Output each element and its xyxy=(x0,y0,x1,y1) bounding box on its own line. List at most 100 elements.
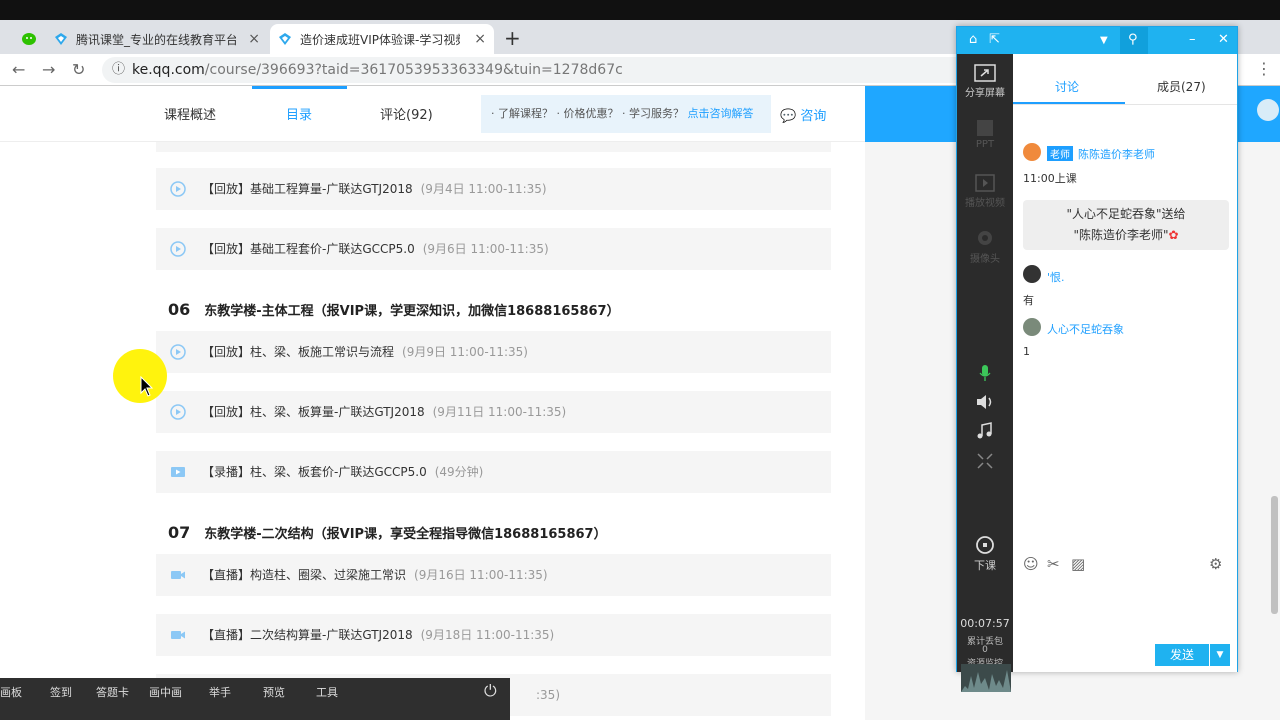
toolbar-tools[interactable]: 工具 xyxy=(316,684,338,700)
section-heading: 07 东教学楼-二次结构（报VIP课，享受全程指导微信18688165867） xyxy=(168,523,607,542)
wechat-tab-icon[interactable] xyxy=(14,24,46,54)
list-item[interactable]: 【直播】二次结构算量-广联达GTJ2018 (9月18日 11:00-11:35) xyxy=(156,614,831,656)
fullscreen-button[interactable] xyxy=(957,452,1013,472)
tab-tencent-classroom[interactable]: 腾讯课堂_专业的在线教育平台(k × xyxy=(46,24,268,54)
ppt-icon xyxy=(977,120,993,136)
consult-button[interactable]: 💬 咨询 xyxy=(780,105,826,124)
tab-members[interactable]: 成员(27) xyxy=(1157,78,1206,95)
music-icon xyxy=(977,422,992,439)
image-icon[interactable]: ▨ xyxy=(1071,555,1085,573)
toolbar-checkin[interactable]: 签到 xyxy=(50,684,72,700)
chat-icon: 💬 xyxy=(780,109,797,124)
tab-comments[interactable]: 评论(92) xyxy=(380,104,433,123)
message-text: 1 xyxy=(1023,345,1030,358)
list-item[interactable]: 【回放】基础工程套价-广联达GCCP5.0 (9月6日 11:00-11:35) xyxy=(156,228,831,270)
minimize-icon[interactable]: – xyxy=(1189,32,1196,47)
replay-icon xyxy=(170,181,186,197)
close-tab-icon[interactable]: × xyxy=(248,31,260,47)
tab-vip-course[interactable]: 造价速成班VIP体验课-学习视频 × xyxy=(270,24,494,54)
catalog-list: 【回放】基础工程算量-广联达GTJ2018 (9月4日 11:00-11:35) … xyxy=(130,142,865,720)
list-item[interactable]: 【直播】构造柱、圈梁、过梁施工常识 (9月16日 11:00-11:35) xyxy=(156,554,831,596)
share-screen-button[interactable]: 分享屏幕 xyxy=(957,64,1013,99)
reload-icon[interactable]: ↻ xyxy=(72,60,85,79)
section-title: 东教学楼-主体工程（报VIP课，学更深知识，加微信18688165867） xyxy=(204,304,620,319)
forward-icon[interactable]: → xyxy=(42,60,55,79)
top-black-bar xyxy=(0,0,1280,20)
settings-icon[interactable]: ⚙ xyxy=(1209,555,1222,573)
list-item[interactable]: 【回放】基础工程算量-广联达GTJ2018 (9月4日 11:00-11:35) xyxy=(156,168,831,210)
lesson-time: (9月16日 11:00-11:35) xyxy=(414,568,548,582)
panel-sidebar: 分享屏幕 PPT 播放视频 摄像头 下课 00:07:57 累计丢包 0 资源监… xyxy=(957,54,1013,692)
power-icon[interactable]: ⏻ xyxy=(484,681,497,701)
list-item[interactable]: 【回放】柱、梁、板算量-广联达GTJ2018 (9月11日 11:00-11:35… xyxy=(156,391,831,433)
scissors-icon[interactable]: ✂ xyxy=(1047,555,1060,573)
toolbar-raise-hand[interactable]: 举手 xyxy=(209,684,231,700)
tab-title: 造价速成班VIP体验课-学习视频 xyxy=(300,32,460,47)
url-path: /course/396693?taid=3617053953363349&tui… xyxy=(204,62,623,78)
message-text: 有 xyxy=(1023,294,1034,307)
teacher-badge: 老师 xyxy=(1047,146,1073,161)
home-icon[interactable]: ⌂ xyxy=(969,32,977,47)
site-info-icon[interactable]: ⓘ xyxy=(112,57,125,83)
microphone-button[interactable] xyxy=(957,364,1013,384)
back-icon[interactable]: ← xyxy=(12,60,25,79)
send-button[interactable]: 发送 xyxy=(1155,644,1209,666)
message-text: 11:00上课 xyxy=(1023,172,1077,185)
promo-link[interactable]: 点击咨询解答 xyxy=(687,107,753,120)
toolbar-whiteboard[interactable]: 画板 xyxy=(0,684,22,700)
tab-discussion[interactable]: 讨论 xyxy=(1055,78,1079,95)
page-scrollbar[interactable] xyxy=(1271,496,1278,614)
close-icon[interactable]: ✕ xyxy=(1218,32,1229,47)
new-tab-button[interactable]: + xyxy=(504,26,521,50)
tab-divider xyxy=(1013,104,1237,105)
wechat-icon xyxy=(22,33,36,45)
section-number: 07 xyxy=(168,523,191,542)
camera-label: 摄像头 xyxy=(970,254,1000,265)
microphone-icon xyxy=(979,365,991,381)
dropdown-icon[interactable]: ▼ xyxy=(1100,35,1108,46)
volume-icon[interactable] xyxy=(1257,99,1279,121)
active-tab-indicator xyxy=(252,86,347,89)
pin-button[interactable]: ⚲ xyxy=(1120,27,1148,54)
promo-text: · 了解课程？ · 价格优惠？ · 学习服务？ xyxy=(491,107,684,120)
live-camera-icon xyxy=(171,571,185,579)
speaker-button[interactable] xyxy=(957,393,1013,413)
send-options-icon[interactable]: ▼ xyxy=(1210,644,1230,666)
tab-catalog[interactable]: 目录 xyxy=(286,104,312,123)
list-item[interactable]: 【回放】柱、梁、板施工常识与流程 (9月9日 11:00-11:35) xyxy=(156,331,831,373)
replay-icon xyxy=(170,344,186,360)
message-sender[interactable]: 老师 陈陈造价李老师 xyxy=(1047,146,1155,162)
external-link-icon[interactable]: ⇱ xyxy=(989,32,1000,47)
message-sender[interactable]: 人心不足蛇吞象 xyxy=(1047,321,1124,337)
tab-title: 腾讯课堂_专业的在线教育平台(k xyxy=(76,32,236,47)
lesson-title: 【录播】柱、梁、板套价-广联达GCCP5.0 xyxy=(202,465,427,479)
emoji-icon[interactable]: ☺ xyxy=(1023,555,1039,573)
menu-icon[interactable]: ⋮ xyxy=(1256,59,1272,78)
play-video-button[interactable]: 播放视频 xyxy=(957,174,1013,209)
lesson-title: 【回放】柱、梁、板施工常识与流程 xyxy=(202,345,395,359)
toolbar-answer-card[interactable]: 答题卡 xyxy=(96,684,129,700)
camera-button[interactable]: 摄像头 xyxy=(957,230,1013,265)
list-item[interactable] xyxy=(156,142,831,152)
avatar xyxy=(1023,318,1041,336)
consult-label: 咨询 xyxy=(800,109,827,124)
packet-loss-value: 0 xyxy=(982,645,988,655)
tab-overview[interactable]: 课程概述 xyxy=(164,104,216,123)
resource-monitor-graph xyxy=(961,664,1011,692)
lesson-title: 【回放】柱、梁、板算量-广联达GTJ2018 xyxy=(202,405,425,419)
active-tab-indicator xyxy=(1013,102,1125,104)
tencent-classroom-icon xyxy=(279,33,291,45)
ppt-button[interactable]: PPT xyxy=(957,119,1013,150)
section-title: 东教学楼-二次结构（报VIP课，享受全程指导微信18688165867） xyxy=(204,527,607,542)
toolbar-preview[interactable]: 预览 xyxy=(263,684,285,700)
close-tab-icon[interactable]: × xyxy=(474,31,486,47)
end-class-button[interactable]: 下课 xyxy=(957,533,1013,573)
lesson-time: (9月6日 11:00-11:35) xyxy=(422,242,549,256)
class-timer: 00:07:57 xyxy=(960,617,1010,630)
music-button[interactable] xyxy=(957,422,1013,442)
play-video-label: 播放视频 xyxy=(965,198,1005,209)
list-item[interactable]: 【录播】柱、梁、板套价-广联达GCCP5.0 (49分钟) xyxy=(156,451,831,493)
toolbar-pip[interactable]: 画中画 xyxy=(149,684,182,700)
lesson-time: (9月4日 11:00-11:35) xyxy=(420,182,547,196)
message-sender[interactable]: '恨. xyxy=(1047,269,1065,285)
